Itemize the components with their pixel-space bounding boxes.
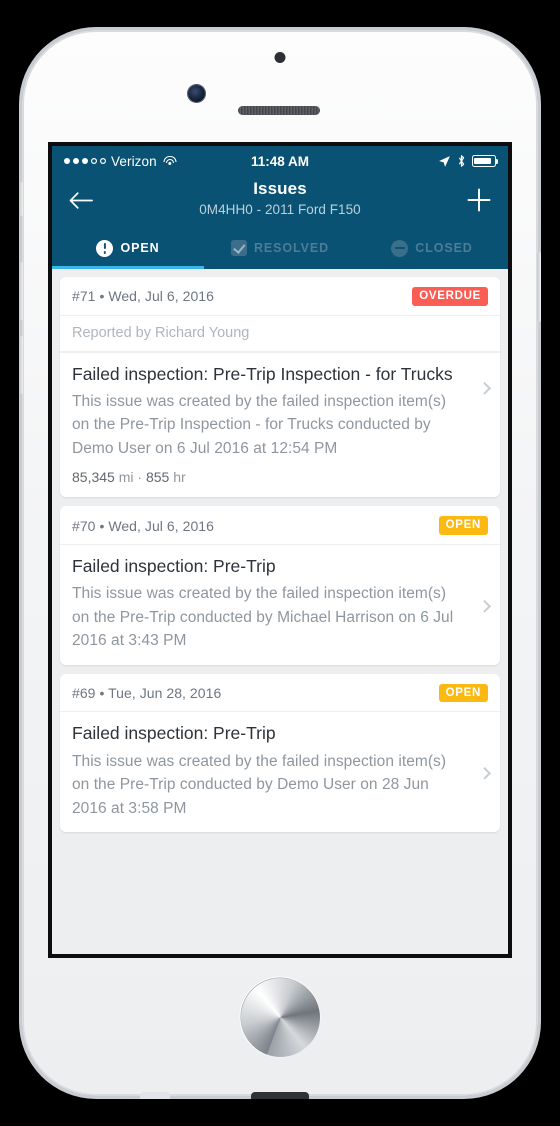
front-camera-icon (188, 85, 205, 102)
card-header: #70 • Wed, Jul 6, 2016 OPEN (60, 506, 500, 544)
hours-value: 855 (145, 469, 170, 486)
tab-closed-label: CLOSED (415, 241, 473, 255)
reported-by: Reported by Richard Young (60, 314, 500, 352)
list-item[interactable]: #71 • Wed, Jul 6, 2016 OVERDUE Reported … (60, 277, 500, 498)
plus-icon (467, 188, 491, 212)
status-badge: OVERDUE (412, 287, 488, 306)
page-subtitle: 0M4HH0 - 2011 Ford F150 (199, 202, 361, 217)
issue-meter: 85,345 mi · 855 hr (72, 469, 460, 485)
power-button[interactable] (537, 252, 541, 322)
issue-title: Failed inspection: Pre-Trip (72, 555, 276, 576)
arrow-left-icon (69, 191, 93, 209)
navigation-bar: Issues 0M4HH0 - 2011 Ford F150 (52, 176, 508, 227)
page-title: Issues (253, 179, 307, 198)
add-issue-button[interactable] (462, 183, 496, 217)
exclamation-circle-icon (96, 239, 114, 257)
status-badge: OPEN (438, 683, 488, 703)
proximity-sensor-icon (274, 52, 286, 63)
card-header: #71 • Wed, Jul 6, 2016 OVERDUE (60, 277, 500, 315)
issue-description: This issue was created by the failed ins… (72, 585, 454, 650)
location-arrow-icon (439, 155, 450, 167)
issue-title: Failed inspection: Pre-Trip (72, 723, 276, 744)
issue-meta: #70 • Wed, Jul 6, 2016 (72, 517, 214, 534)
status-filter-tabs: OPEN RESOLVED CLOSED (52, 227, 508, 269)
home-button[interactable] (240, 977, 320, 1057)
navigation-titles: Issues 0M4HH0 - 2011 Ford F150 (52, 179, 508, 217)
card-body: Failed inspection: Pre-Trip This issue w… (60, 711, 500, 832)
carrier-label: Verizon (111, 153, 157, 169)
status-bar-clock: 11:48 AM (250, 153, 310, 169)
headphone-jack (140, 1092, 170, 1099)
checkbox-checked-icon (230, 240, 247, 256)
bluetooth-icon (458, 155, 465, 167)
issue-meta: #69 • Tue, Jun 28, 2016 (72, 685, 222, 702)
tab-active-underline (52, 266, 204, 269)
issue-description: This issue was created by the failed ins… (72, 752, 447, 817)
status-bar-left: Verizon (64, 154, 177, 169)
list-item[interactable]: #70 • Wed, Jul 6, 2016 OPEN Failed inspe… (60, 506, 500, 665)
back-button[interactable] (64, 183, 98, 217)
status-badge: OPEN (438, 516, 488, 535)
issue-meta: #71 • Wed, Jul 6, 2016 (72, 288, 214, 305)
card-header: #69 • Tue, Jun 28, 2016 OPEN (60, 674, 500, 712)
lightning-port (251, 1092, 309, 1099)
wifi-icon (163, 155, 177, 167)
tab-resolved[interactable]: RESOLVED (204, 227, 356, 269)
screen-bezel: Verizon 11:48 AM Issues 0M4HH0 - 2011 Fo… (48, 142, 512, 958)
tab-closed[interactable]: CLOSED (356, 227, 508, 269)
issue-title: Failed inspection: Pre-Trip Inspection -… (72, 363, 453, 384)
card-body: Failed inspection: Pre-Trip This issue w… (60, 543, 500, 665)
tab-open[interactable]: OPEN (52, 227, 204, 269)
meter-value: 85,345 (72, 469, 115, 486)
volume-down-button[interactable] (19, 336, 23, 394)
minus-circle-icon (391, 239, 409, 257)
issues-list[interactable]: #71 • Wed, Jul 6, 2016 OVERDUE Reported … (52, 269, 508, 945)
tab-resolved-label: RESOLVED (253, 241, 330, 255)
phone-frame: Verizon 11:48 AM Issues 0M4HH0 - 2011 Fo… (19, 28, 541, 1099)
meter-unit: mi (118, 469, 134, 486)
list-item[interactable]: #69 • Tue, Jun 28, 2016 OPEN Failed insp… (60, 673, 500, 833)
hours-unit: hr (173, 469, 186, 486)
meter-separator: · (137, 469, 143, 486)
battery-icon (472, 155, 499, 167)
signal-strength-icon (64, 158, 106, 164)
volume-up-button[interactable] (19, 262, 23, 320)
silent-switch[interactable] (19, 182, 23, 216)
status-bar-right (438, 154, 499, 168)
earpiece-speaker-icon (238, 106, 320, 115)
status-bar: Verizon 11:48 AM (52, 146, 508, 176)
tab-open-label: OPEN (120, 241, 160, 255)
screen: Verizon 11:48 AM Issues 0M4HH0 - 2011 Fo… (52, 146, 508, 954)
issue-description: This issue was created by the failed ins… (72, 392, 447, 457)
card-body: Failed inspection: Pre-Trip Inspection -… (60, 351, 500, 498)
